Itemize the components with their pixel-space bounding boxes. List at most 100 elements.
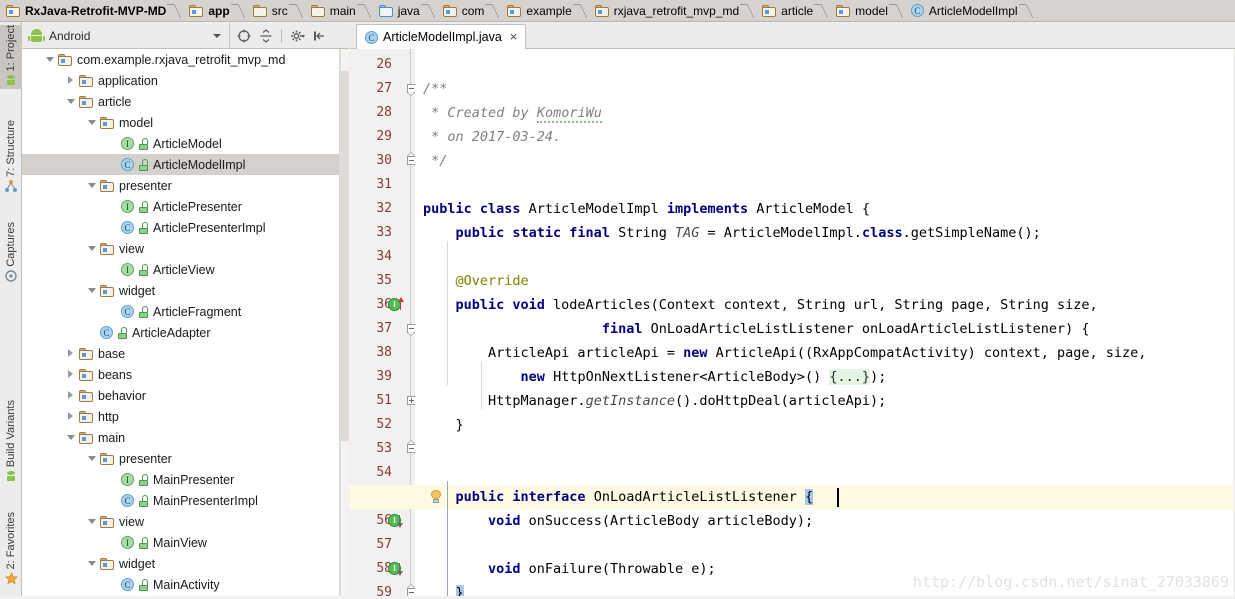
collapse-all-icon[interactable] <box>256 26 276 46</box>
expand-arrow-closed-icon[interactable] <box>65 70 77 91</box>
project-tree[interactable]: com.example.rxjava_retrofit_mvp_md applic… <box>22 49 349 599</box>
editor-gutter[interactable]: 2627282930313233343536373839515253545556… <box>350 49 416 599</box>
code-line[interactable]: } <box>423 413 1235 437</box>
code-line[interactable] <box>423 53 1235 77</box>
tree-node-article[interactable]: article <box>22 91 349 112</box>
fold-column[interactable] <box>407 49 416 599</box>
expand-arrow-closed-icon[interactable] <box>65 364 77 385</box>
code-line[interactable]: public class ArticleModelImpl implements… <box>423 197 1235 221</box>
expand-arrow-closed-icon[interactable] <box>65 385 77 406</box>
tree-node-articleadapter[interactable]: C ArticleAdapter <box>22 322 349 343</box>
settings-gear-icon[interactable] <box>287 26 307 46</box>
expand-arrow-closed-icon[interactable] <box>65 406 77 427</box>
code-editor[interactable]: 2627282930313233343536373839515253545556… <box>350 49 1235 599</box>
breadcrumb-item-model[interactable]: model <box>830 0 905 22</box>
tree-node-http[interactable]: http <box>22 406 349 427</box>
code-line[interactable]: * on 2017-03-24. <box>423 125 1235 149</box>
code-line[interactable]: @Override <box>423 269 1235 293</box>
code-line[interactable]: public static final String TAG = Article… <box>423 221 1235 245</box>
expand-arrow-open-icon[interactable] <box>65 427 77 448</box>
scroll-to-source-icon[interactable] <box>234 26 254 46</box>
tree-scrollbar[interactable] <box>340 49 349 599</box>
code-line[interactable]: void onSuccess(ArticleBody articleBody); <box>423 509 1235 533</box>
tree-node-widget[interactable]: widget <box>22 280 349 301</box>
tree-node-com.example.rxjava_retrofit_mvp_md[interactable]: com.example.rxjava_retrofit_mvp_md <box>22 49 349 70</box>
code-line[interactable]: final OnLoadArticleListListener onLoadAr… <box>423 317 1235 341</box>
tree-node-mainview[interactable]: I MainView <box>22 532 349 553</box>
tree-node-model[interactable]: model <box>22 112 349 133</box>
tree-node-widget[interactable]: widget <box>22 553 349 574</box>
tree-node-view[interactable]: view <box>22 238 349 259</box>
expand-arrow-closed-icon[interactable] <box>65 343 77 364</box>
expand-arrow-open-icon[interactable] <box>86 238 98 259</box>
override-marker-icon[interactable]: I <box>388 297 404 311</box>
breadcrumb-item-rxjava-retrofit-mvp-md[interactable]: rxjava_retrofit_mvp_md <box>589 0 756 22</box>
class-icon: C <box>365 30 378 44</box>
code-line[interactable] <box>423 437 1235 461</box>
code-line[interactable]: /** <box>423 77 1235 101</box>
tree-node-view[interactable]: view <box>22 511 349 532</box>
tool-window-button-build-variants[interactable]: Build Variants <box>0 400 22 485</box>
breadcrumb-item-article[interactable]: article <box>756 0 830 22</box>
tree-node-base[interactable]: base <box>22 343 349 364</box>
breadcrumb-item-com[interactable]: com <box>437 0 502 22</box>
code-line[interactable]: * Created by KomoriWu <box>423 101 1235 125</box>
code-line[interactable]: */ <box>423 149 1235 173</box>
implemented-marker-icon[interactable]: I <box>388 562 403 576</box>
breadcrumb-item-example[interactable]: example <box>501 0 588 22</box>
tree-node-presenter[interactable]: presenter <box>22 175 349 196</box>
code-line[interactable]: ArticleApi articleApi = new ArticleApi((… <box>423 341 1235 365</box>
tree-node-main[interactable]: main <box>22 427 349 448</box>
tree-node-mainpresenter[interactable]: I MainPresenter <box>22 469 349 490</box>
code-line[interactable] <box>423 533 1235 557</box>
breadcrumb-item-src[interactable]: src <box>247 0 305 22</box>
expand-arrow-open-icon[interactable] <box>86 553 98 574</box>
tool-window-button-captures[interactable]: Captures <box>0 222 22 285</box>
expand-arrow-open-icon[interactable] <box>86 280 98 301</box>
tree-node-articlepresenter[interactable]: I ArticlePresenter <box>22 196 349 217</box>
tool-window-button-1-project[interactable]: 1: Project <box>0 25 22 90</box>
tree-node-articlemodel[interactable]: I ArticleModel <box>22 133 349 154</box>
expand-arrow-open-icon[interactable] <box>86 175 98 196</box>
code-line[interactable]: HttpManager.getInstance().doHttpDeal(art… <box>423 389 1235 413</box>
breadcrumb-item-articlemodelimpl[interactable]: C ArticleModelImpl <box>905 0 1035 22</box>
code-line[interactable] <box>423 245 1235 269</box>
intention-bulb-icon[interactable] <box>430 490 442 503</box>
project-view-selector[interactable]: Android <box>22 22 230 49</box>
tree-node-mainactivity[interactable]: C MainActivity <box>22 574 349 595</box>
package-icon <box>100 242 114 255</box>
tree-node-articlefragment[interactable]: C ArticleFragment <box>22 301 349 322</box>
tree-node-beans[interactable]: beans <box>22 364 349 385</box>
code-line[interactable]: public void lodeArticles(Context context… <box>423 293 1235 317</box>
tree-node-articlemodelimpl[interactable]: C ArticleModelImpl <box>22 154 349 175</box>
expand-arrow-open-icon[interactable] <box>86 448 98 469</box>
close-icon[interactable]: × <box>510 30 518 43</box>
hide-panel-icon[interactable] <box>309 26 329 46</box>
breadcrumb-item-main[interactable]: main <box>305 0 373 22</box>
code-line[interactable]: new HttpOnNextListener<ArticleBody>() {.… <box>423 365 1235 389</box>
tree-node-articlepresenterimpl[interactable]: C ArticlePresenterImpl <box>22 217 349 238</box>
expand-arrow-open-icon[interactable] <box>44 49 56 70</box>
code-line[interactable] <box>423 461 1235 485</box>
implemented-marker-icon[interactable]: I <box>388 514 403 528</box>
tree-node-presenter[interactable]: presenter <box>22 448 349 469</box>
breadcrumb-item-java[interactable]: java <box>373 0 437 22</box>
breadcrumb-item-app[interactable]: app <box>183 0 246 22</box>
tool-window-button-2-favorites[interactable]: 2: Favorites <box>0 512 22 588</box>
build-variants-icon <box>5 470 17 485</box>
tree-node-behavior[interactable]: behavior <box>22 385 349 406</box>
tree-scrollbar-thumb[interactable] <box>341 71 349 441</box>
tree-node-mainpresenterimpl[interactable]: C MainPresenterImpl <box>22 490 349 511</box>
expand-arrow-open-icon[interactable] <box>86 511 98 532</box>
code-text-area[interactable]: /** * Created by KomoriWu * on 2017-03-2… <box>350 49 1235 599</box>
structure-icon <box>5 179 17 195</box>
expand-arrow-open-icon[interactable] <box>65 91 77 112</box>
expand-arrow-open-icon[interactable] <box>86 112 98 133</box>
tree-node-articleview[interactable]: I ArticleView <box>22 259 349 280</box>
editor-tab-articlemodelimpl[interactable]: C ArticleModelImpl.java × <box>356 24 527 49</box>
code-line[interactable]: public interface OnLoadArticleListListen… <box>423 485 1235 509</box>
code-line[interactable] <box>423 173 1235 197</box>
tool-window-button-7-structure[interactable]: 7: Structure <box>0 120 22 195</box>
tree-node-application[interactable]: application <box>22 70 349 91</box>
breadcrumb-item-rxjava-retrofit-mvp-md[interactable]: RxJava-Retrofit-MVP-MD <box>0 0 183 22</box>
